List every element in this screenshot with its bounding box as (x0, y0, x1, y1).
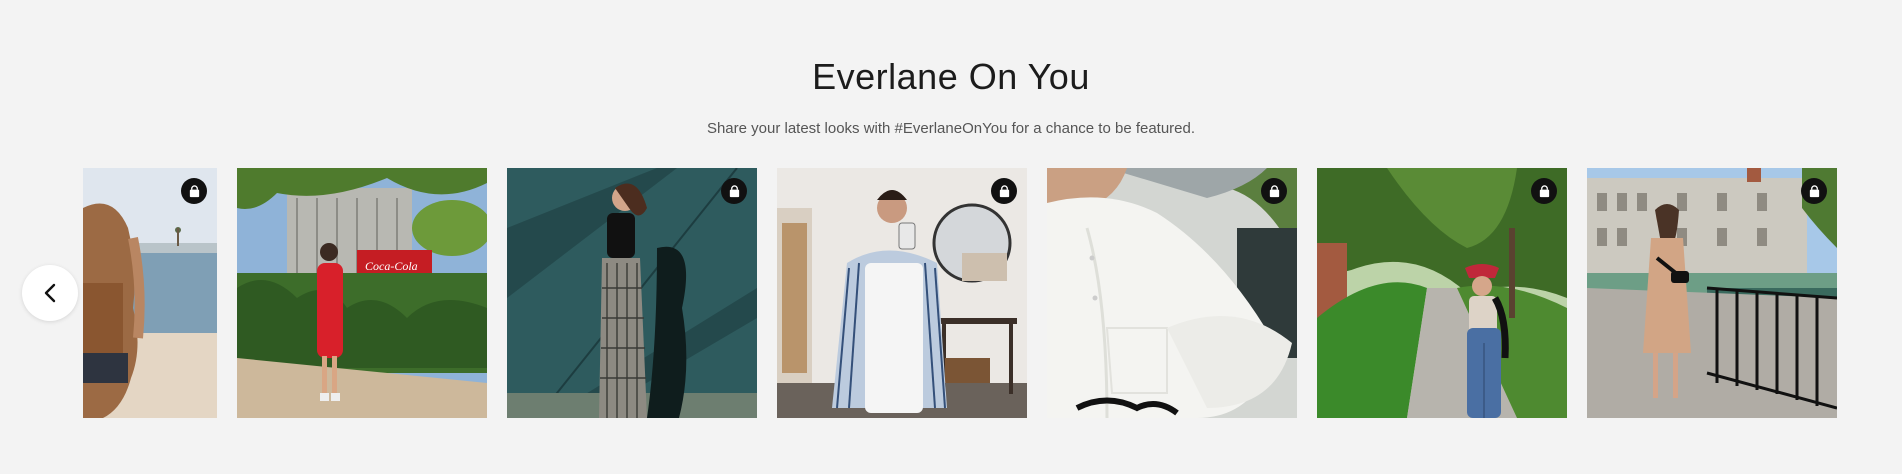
red-dress-street-look-photo: Coca-Cola (237, 168, 487, 418)
shopping-bag-icon (729, 184, 739, 197)
shop-look-button[interactable] (1531, 178, 1557, 204)
beach-look-photo (83, 168, 217, 418)
carousel-track: Coca-Cola (83, 168, 1839, 418)
red-bucket-hat-jeans-look-photo (1317, 168, 1567, 418)
ugc-photo-tile[interactable] (507, 168, 757, 418)
shop-look-button[interactable] (991, 178, 1017, 204)
shopping-bag-icon (1809, 184, 1819, 197)
white-overalls-mirror-selfie-photo (777, 168, 1027, 418)
shopping-bag-icon (1269, 184, 1279, 197)
white-linen-shirt-closeup-photo (1047, 168, 1297, 418)
everlane-on-you-section: Everlane On You Share your latest looks … (0, 0, 1902, 474)
ugc-photo-tile[interactable] (83, 168, 217, 418)
ugc-photo-tile[interactable]: Coca-Cola (237, 168, 487, 418)
shopping-bag-icon (1539, 184, 1549, 197)
shop-look-button[interactable] (1801, 178, 1827, 204)
tan-dress-waterfront-look-photo (1587, 168, 1837, 418)
ugc-photo-tile[interactable] (1047, 168, 1297, 418)
section-title: Everlane On You (812, 56, 1090, 97)
ugc-photo-tile[interactable] (777, 168, 1027, 418)
svg-text:Coca-Cola: Coca-Cola (365, 259, 418, 273)
carousel-prev-button[interactable] (22, 265, 78, 321)
shopping-bag-icon (999, 184, 1009, 197)
black-top-plaid-pants-look-photo (507, 168, 757, 418)
shopping-bag-icon (189, 184, 199, 197)
section-subtitle: Share your latest looks with #EverlaneOn… (706, 120, 1196, 137)
chevron-left-icon (44, 283, 56, 303)
shop-look-button[interactable] (1261, 178, 1287, 204)
shop-look-button[interactable] (721, 178, 747, 204)
ugc-photo-tile[interactable] (1587, 168, 1837, 418)
shop-look-button[interactable] (181, 178, 207, 204)
ugc-photo-tile[interactable] (1317, 168, 1567, 418)
